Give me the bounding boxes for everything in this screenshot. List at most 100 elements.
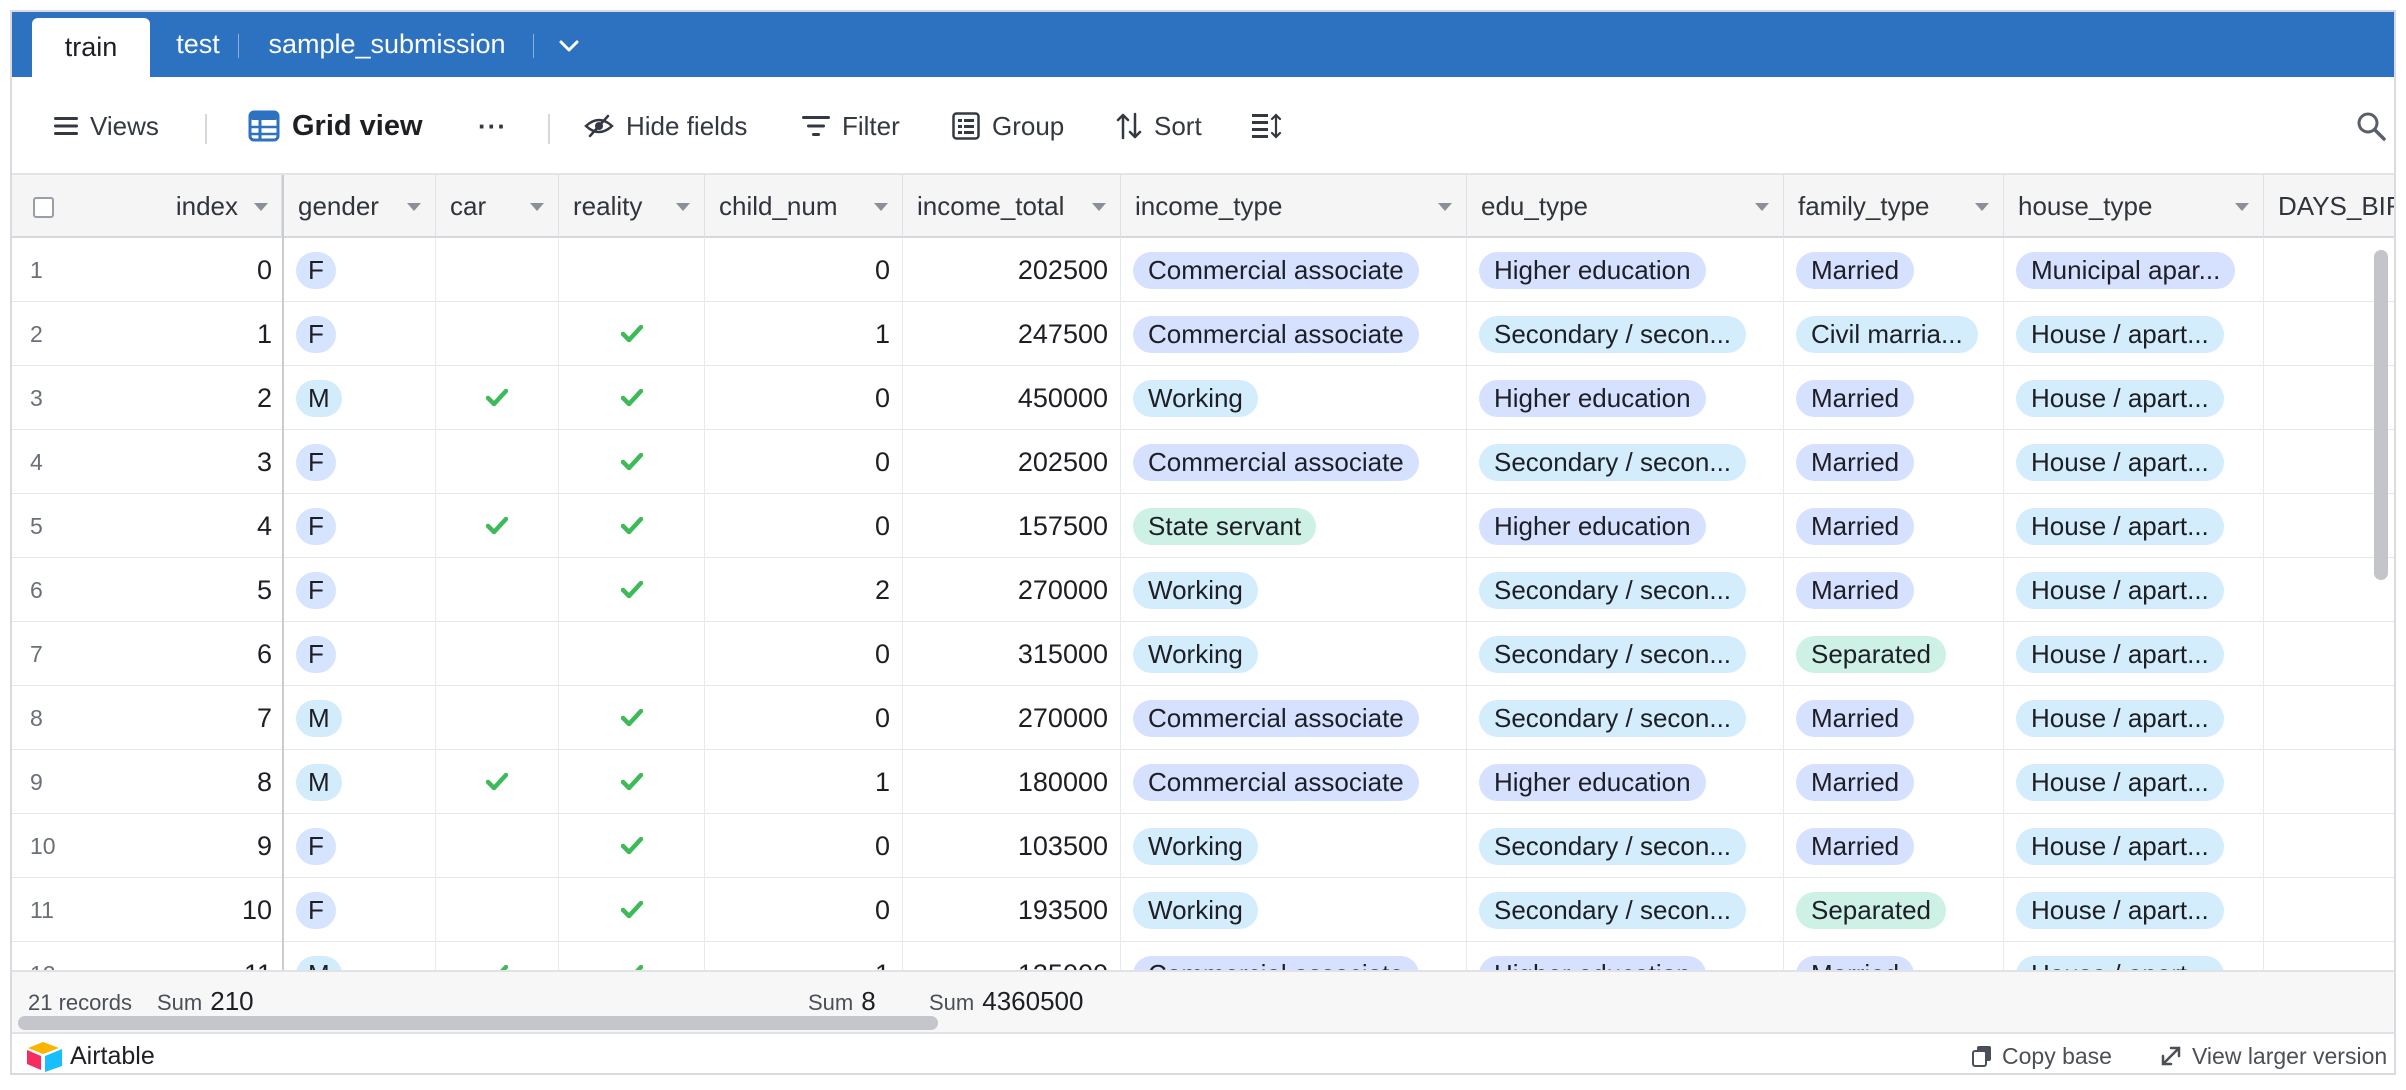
hide-fields-button[interactable]: Hide fields (584, 77, 747, 175)
table-row[interactable]: 11 10 F 0 193500 Working Secondary / secon... S… (12, 878, 2394, 942)
cell-child-num[interactable]: 0 (705, 878, 903, 942)
cell-gender[interactable]: M (284, 686, 436, 750)
cell-family-type[interactable]: Married (1784, 558, 2004, 622)
group-button[interactable]: Group (952, 77, 1064, 175)
cell-child-num[interactable]: 0 (705, 430, 903, 494)
cell-index[interactable]: 12 11 (12, 942, 282, 971)
cell-edu-type[interactable]: Secondary / secon... (1467, 302, 1784, 366)
cell-income-type[interactable]: Working (1121, 622, 1467, 686)
cell-income-type[interactable]: Working (1121, 366, 1467, 430)
cell-child-num[interactable]: 1 (705, 942, 903, 970)
cell-family-type[interactable]: Married (1784, 942, 2004, 970)
cell-income-total[interactable]: 157500 (903, 494, 1121, 558)
cell-gender[interactable]: F (284, 430, 436, 494)
cell-reality[interactable] (559, 494, 705, 558)
cell-reality[interactable] (559, 750, 705, 814)
cell-family-type[interactable]: Married (1784, 494, 2004, 558)
cell-car[interactable] (436, 494, 559, 558)
cell-reality[interactable] (559, 238, 705, 302)
tab-train[interactable]: train (32, 18, 150, 77)
cell-income-total[interactable]: 103500 (903, 814, 1121, 878)
cell-income-total[interactable]: 202500 (903, 430, 1121, 494)
table-row[interactable]: 4 3 F 0 202500 Commercial associate Secondary … (12, 430, 2394, 494)
cell-gender[interactable]: F (284, 238, 436, 302)
cell-gender[interactable]: F (284, 558, 436, 622)
column-header-income-total[interactable]: income_total (903, 175, 1121, 238)
horizontal-scrollbar[interactable] (18, 1016, 938, 1030)
cell-reality[interactable] (559, 814, 705, 878)
cell-child-num[interactable]: 0 (705, 238, 903, 302)
cell-edu-type[interactable]: Secondary / secon... (1467, 622, 1784, 686)
table-row[interactable]: 8 7 M 0 270000 Commercial associate Secondary … (12, 686, 2394, 750)
more-tables-button[interactable] (547, 26, 591, 66)
cell-edu-type[interactable]: Higher education (1467, 750, 1784, 814)
table-row[interactable]: 5 4 F 0 157500 State servant Higher education M… (12, 494, 2394, 558)
airtable-logo-link[interactable]: Airtable (26, 1038, 155, 1073)
grid-view-button[interactable]: Grid view (248, 77, 423, 175)
cell-gender[interactable]: F (284, 878, 436, 942)
copy-base-link[interactable]: Copy base (1972, 1040, 2112, 1072)
cell-index[interactable]: 10 (12, 238, 282, 302)
cell-reality[interactable] (559, 878, 705, 942)
cell-days-birth[interactable] (2264, 622, 2394, 686)
cell-family-type[interactable]: Separated (1784, 878, 2004, 942)
column-header-car[interactable]: car (436, 175, 559, 238)
cell-house-type[interactable]: House / apart... (2004, 814, 2264, 878)
caret-down-icon[interactable] (1755, 203, 1769, 211)
cell-family-type[interactable]: Civil marria... (1784, 302, 2004, 366)
cell-child-num[interactable]: 0 (705, 366, 903, 430)
cell-days-birth[interactable] (2264, 750, 2394, 814)
row-height-button[interactable] (1252, 77, 1282, 175)
cell-income-total[interactable]: 202500 (903, 238, 1121, 302)
cell-income-type[interactable]: Commercial associate (1121, 942, 1467, 970)
search-button[interactable] (2356, 77, 2386, 175)
cell-car[interactable] (436, 814, 559, 878)
column-header-edu-type[interactable]: edu_type (1467, 175, 1784, 238)
cell-edu-type[interactable]: Higher education (1467, 494, 1784, 558)
tab-sample-submission[interactable]: sample_submission (252, 12, 522, 77)
cell-child-num[interactable]: 1 (705, 302, 903, 366)
caret-down-icon[interactable] (530, 203, 544, 211)
cell-reality[interactable] (559, 942, 705, 970)
column-header-reality[interactable]: reality (559, 175, 705, 238)
cell-family-type[interactable]: Married (1784, 238, 2004, 302)
cell-house-type[interactable]: House / apart... (2004, 430, 2264, 494)
cell-car[interactable] (436, 238, 559, 302)
cell-family-type[interactable]: Married (1784, 750, 2004, 814)
cell-income-type[interactable]: State servant (1121, 494, 1467, 558)
cell-days-birth[interactable] (2264, 878, 2394, 942)
cell-car[interactable] (436, 558, 559, 622)
cell-income-total[interactable]: 247500 (903, 302, 1121, 366)
caret-down-icon[interactable] (1092, 203, 1106, 211)
tab-test[interactable]: test (162, 12, 234, 77)
vertical-scrollbar[interactable] (2374, 250, 2388, 580)
caret-down-icon[interactable] (407, 203, 421, 211)
index-sum[interactable]: Sum 210 (157, 986, 254, 1017)
column-header-gender[interactable]: gender (284, 175, 436, 238)
cell-edu-type[interactable]: Secondary / secon... (1467, 814, 1784, 878)
cell-house-type[interactable]: House / apart... (2004, 494, 2264, 558)
cell-gender[interactable]: M (284, 366, 436, 430)
cell-income-total[interactable]: 270000 (903, 558, 1121, 622)
cell-index[interactable]: 87 (12, 686, 282, 750)
cell-car[interactable] (436, 622, 559, 686)
cell-income-type[interactable]: Working (1121, 878, 1467, 942)
cell-income-total[interactable]: 135000 (903, 942, 1121, 970)
cell-index[interactable]: 54 (12, 494, 282, 558)
table-row[interactable]: 12 11 M 1 135000 Commercial associate Higher e… (12, 942, 2394, 970)
table-row[interactable]: 10 9 F 0 103500 Working Secondary / secon... Ma… (12, 814, 2394, 878)
column-header-days-birth[interactable]: DAYS_BIRTH (2264, 175, 2394, 238)
cell-index[interactable]: 65 (12, 558, 282, 622)
cell-reality[interactable] (559, 686, 705, 750)
cell-index[interactable]: 43 (12, 430, 282, 494)
table-row[interactable]: 1 0 F 0 202500 Commercial associate Higher edu… (12, 238, 2394, 302)
cell-days-birth[interactable] (2264, 686, 2394, 750)
table-row[interactable]: 6 5 F 2 270000 Working Secondary / secon... Mar… (12, 558, 2394, 622)
column-header-income-type[interactable]: income_type (1121, 175, 1467, 238)
table-row[interactable]: 3 2 M 0 450000 Working Higher education Married… (12, 366, 2394, 430)
income-total-sum[interactable]: Sum 4360500 (929, 986, 1083, 1017)
cell-income-type[interactable]: Commercial associate (1121, 686, 1467, 750)
cell-gender[interactable]: F (284, 622, 436, 686)
cell-house-type[interactable]: House / apart... (2004, 942, 2264, 970)
cell-child-num[interactable]: 2 (705, 558, 903, 622)
